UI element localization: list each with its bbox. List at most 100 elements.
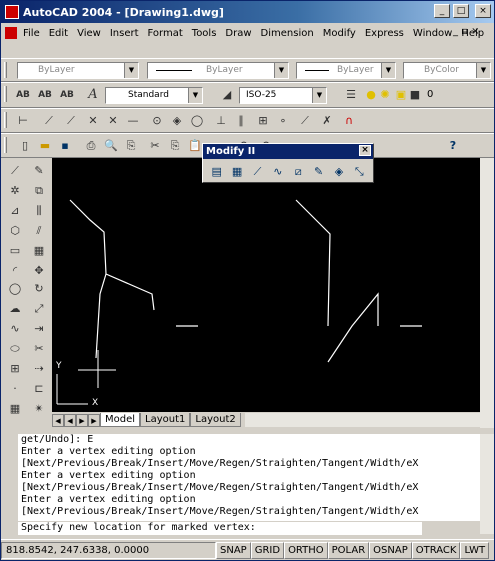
spline-icon[interactable]: ∿ (7, 321, 23, 337)
menu-insert[interactable]: Insert (110, 28, 139, 39)
menu-file[interactable]: File (23, 28, 40, 39)
snap-quadrant-icon[interactable]: ◈ (169, 113, 185, 129)
attext-icon[interactable]: ⤡ (352, 163, 367, 180)
cut-icon[interactable]: ✂ (147, 138, 163, 154)
help-icon[interactable]: ? (445, 138, 461, 154)
grid-toggle[interactable]: GRID (250, 541, 285, 559)
menu-express[interactable]: Express (365, 28, 404, 39)
save-icon[interactable]: ▪ (57, 138, 73, 154)
otrack-toggle[interactable]: OTRACK (411, 541, 461, 559)
snap-apparent-icon[interactable]: ✕ (105, 113, 121, 129)
copy-object-icon[interactable]: ⧉ (31, 183, 47, 199)
extend-icon[interactable]: ⇢ (31, 361, 47, 377)
arc-icon[interactable]: ◜ (7, 263, 23, 279)
mdi-window-controls[interactable]: _ ▫ × (453, 26, 480, 37)
tab-layout1[interactable]: Layout1 (140, 413, 191, 427)
minimize-button[interactable]: _ (434, 4, 450, 18)
open-folder-icon[interactable]: ▬ (37, 138, 53, 154)
modify-ii-palette[interactable]: Modify II × ▤ ▦ ⟋ ∿ ⧄ ✎ ◈ ⤡ (202, 143, 374, 183)
insert-block-icon[interactable]: ⊞ (7, 361, 23, 377)
layer-color-icon[interactable]: ■ (407, 87, 423, 103)
construction-line-icon[interactable]: ✲ (7, 183, 23, 199)
snap-parallel-icon[interactable]: ∥ (233, 113, 249, 129)
toolbar-grip[interactable] (4, 112, 7, 128)
snap-intersection-icon[interactable]: ✕ (85, 113, 101, 129)
document-icon[interactable] (5, 27, 17, 39)
right-polyline[interactable] (295, 199, 331, 327)
snap-endpoint-icon[interactable]: ⟋ (41, 113, 57, 129)
left-polyline[interactable] (69, 199, 155, 311)
right-polyline-zigzag[interactable] (327, 292, 379, 363)
line-icon[interactable]: ⟋ (7, 163, 23, 179)
tab-next-button[interactable]: ▶ (76, 413, 88, 427)
lineweight-control-dropdown[interactable]: ByLayer ▼ (296, 62, 396, 79)
toolbar-grip[interactable] (4, 62, 7, 78)
snap-node-icon[interactable]: ∘ (275, 113, 291, 129)
close-button[interactable]: × (475, 4, 491, 18)
erase-icon[interactable]: ✎ (31, 163, 47, 179)
drawing-canvas[interactable]: Y X (52, 158, 480, 412)
new-file-icon[interactable]: ▯ (17, 138, 33, 154)
canvas-vertical-scrollbar[interactable] (480, 158, 494, 428)
command-line-input[interactable]: Specify new location for marked vertex: (18, 522, 422, 535)
menu-draw[interactable]: Draw (225, 28, 251, 39)
mirror-icon[interactable]: ⫼ (31, 203, 47, 219)
polyline-icon[interactable]: ⊿ (7, 203, 23, 219)
polyedit-icon[interactable]: ⟋ (250, 163, 265, 180)
palette-title-bar[interactable]: Modify II × (203, 144, 373, 159)
maximize-button[interactable]: □ (453, 4, 469, 18)
layer-control-dropdown[interactable]: ByLayer ▼ (17, 62, 139, 79)
tab-prev-button[interactable]: ◀ (64, 413, 76, 427)
linetype-control-dropdown[interactable]: ByLayer ▼ (147, 62, 289, 79)
splinedit-icon[interactable]: ∿ (270, 163, 285, 180)
tracking-icon[interactable]: ⊢ (15, 113, 31, 129)
menu-tools[interactable]: Tools (192, 28, 217, 39)
menu-modify[interactable]: Modify (323, 28, 356, 39)
ddedit-icon[interactable]: AB (15, 87, 31, 103)
text-style-icon[interactable]: A (85, 87, 101, 103)
menu-format[interactable]: Format (148, 28, 183, 39)
snap-extension-icon[interactable]: — (125, 113, 141, 129)
blockattedit-icon[interactable]: ◈ (331, 163, 346, 180)
text-style-dropdown[interactable]: Standard ▼ (105, 87, 203, 104)
snap-insert-icon[interactable]: ⊞ (255, 113, 271, 129)
osnap-toggle[interactable]: OSNAP (369, 541, 412, 559)
snap-midpoint-icon[interactable]: ⟋ (63, 113, 79, 129)
point-icon[interactable]: · (7, 381, 23, 397)
coordinate-readout[interactable]: 818.8542, 247.6338, 0.0000 (1, 541, 216, 559)
tab-first-button[interactable]: ◀ (52, 413, 64, 427)
autocad-app-icon[interactable] (5, 5, 19, 19)
dim-style-dropdown[interactable]: ISO-25 ▼ (239, 87, 327, 104)
draworder-icon[interactable]: ▤ (209, 163, 224, 180)
toolbar-grip[interactable] (4, 137, 7, 153)
revcloud-icon[interactable]: ☁ (7, 301, 23, 317)
canvas-horizontal-scrollbar[interactable] (244, 413, 480, 427)
menu-view[interactable]: View (77, 28, 101, 39)
snap-toggle[interactable]: SNAP (216, 541, 251, 559)
attedit-icon[interactable]: ✎ (311, 163, 326, 180)
sun-icon[interactable]: ✺ (377, 87, 393, 103)
lwt-toggle[interactable]: LWT (460, 541, 490, 559)
rectangle-icon[interactable]: ▭ (7, 243, 23, 259)
rotate-icon[interactable]: ↻ (31, 281, 47, 297)
ellipse-icon[interactable]: ⬭ (7, 341, 23, 357)
tab-model[interactable]: Model (100, 413, 141, 427)
trim-icon[interactable]: ✂ (31, 341, 47, 357)
polygon-icon[interactable]: ⬡ (7, 223, 23, 239)
scale-icon[interactable]: ⤢ (31, 301, 47, 317)
menu-window[interactable]: Window (413, 28, 452, 39)
circle-icon[interactable]: ◯ (7, 281, 23, 297)
paste-icon[interactable]: 📋 (187, 138, 203, 154)
menu-dimension[interactable]: Dimension (261, 28, 314, 39)
publish-icon[interactable]: ⎘ (123, 138, 139, 154)
find-icon[interactable]: AB (59, 87, 75, 103)
color-control-dropdown[interactable]: ByColor ▼ (403, 62, 491, 79)
layer-manager-icon[interactable]: ☰ (343, 87, 359, 103)
tab-layout2[interactable]: Layout2 (190, 413, 241, 427)
snap-nearest-icon[interactable]: ⟋ (297, 113, 313, 129)
array-icon[interactable]: ▦ (31, 243, 47, 259)
osnap-settings-icon[interactable]: ∩ (341, 113, 357, 129)
tab-last-button[interactable]: ▶ (88, 413, 100, 427)
toolbar-grip[interactable] (4, 86, 7, 102)
hatch-icon[interactable]: ▦ (7, 401, 23, 417)
